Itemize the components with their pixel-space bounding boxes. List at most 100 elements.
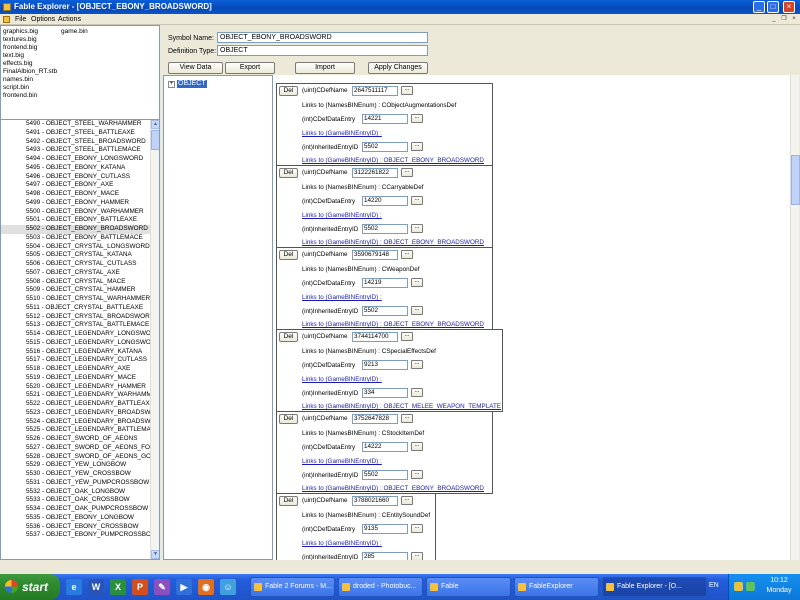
browse-button[interactable]: ...	[401, 250, 413, 259]
tree-row[interactable]: 5500 - OBJECT_EBONY_WARHAMMER	[1, 208, 151, 217]
paint-icon[interactable]: ✎	[154, 579, 170, 595]
inherited-entry-field[interactable]: 5502	[362, 142, 408, 152]
tree-row[interactable]: 5510 - OBJECT_CRYSTAL_WARHAMMER	[1, 295, 151, 304]
tree-row[interactable]: 5506 - OBJECT_CRYSTAL_CUTLASS	[1, 260, 151, 269]
cdefname-field[interactable]: 3744114700	[352, 332, 398, 342]
minimize-button[interactable]: _	[753, 1, 765, 13]
delete-button[interactable]: Del	[279, 496, 298, 506]
excel-icon[interactable]: X	[110, 579, 126, 595]
gamebin-link-empty[interactable]: Links to (GameBINEntryID) :	[302, 540, 382, 547]
browse-button[interactable]: ...	[411, 142, 423, 151]
inherited-entry-field[interactable]: 5502	[362, 224, 408, 234]
tree-row[interactable]: 5533 - OBJECT_OAK_CROSSBOW	[1, 496, 151, 505]
tree-row[interactable]: 5525 - OBJECT_LEGENDARY_BATTLEMAC	[1, 426, 151, 435]
start-button[interactable]: start	[0, 574, 60, 600]
gamebin-link[interactable]: Links to (GameBINEntryID) : OBJECT_EBONY…	[302, 321, 484, 328]
tree-row[interactable]: 5502 - OBJECT_EBONY_BROADSWORD	[1, 225, 151, 234]
browse-button[interactable]: ...	[411, 224, 423, 233]
cdefname-field[interactable]: 2647511117	[352, 86, 398, 96]
tree-row[interactable]: 5504 - OBJECT_CRYSTAL_LONGSWORD	[1, 243, 151, 252]
menu-options[interactable]: Options	[31, 16, 55, 23]
browse-button[interactable]: ...	[401, 414, 413, 423]
file-list-item[interactable]: script.bin	[3, 84, 57, 92]
tree-row[interactable]: 5535 - OBJECT_EBONY_LONGBOW	[1, 514, 151, 523]
tree-row[interactable]: 5517 - OBJECT_LEGENDARY_CUTLASS	[1, 356, 151, 365]
cdefdataentry-field[interactable]: 9135	[362, 524, 408, 534]
scroll-thumb[interactable]	[151, 130, 159, 150]
tree-row[interactable]: 5513 - OBJECT_CRYSTAL_BATTLEMACE	[1, 321, 151, 330]
tree-row[interactable]: 5524 - OBJECT_LEGENDARY_BROADSWC	[1, 418, 151, 427]
tree-row[interactable]: 5534 - OBJECT_OAK_PUMPCROSSBOW	[1, 505, 151, 514]
file-list[interactable]: graphics.big textures.big frontend.big text…	[0, 25, 160, 120]
tree-row[interactable]: 5521 - OBJECT_LEGENDARY_WARHAMMEI	[1, 391, 151, 400]
tree-row[interactable]: 5496 - OBJECT_EBONY_CUTLASS	[1, 173, 151, 182]
tree-row[interactable]: 5508 - OBJECT_CRYSTAL_MACE	[1, 278, 151, 287]
file-list-item[interactable]: names.bin	[3, 76, 57, 84]
tree-row[interactable]: 5493 - OBJECT_STEEL_BATTLEMACE	[1, 146, 151, 155]
menu-actions[interactable]: Actions	[58, 16, 81, 23]
tree-row[interactable]: 5529 - OBJECT_YEW_LONGBOW	[1, 461, 151, 470]
tree-row[interactable]: 5499 - OBJECT_EBONY_HAMMER	[1, 199, 151, 208]
volume-icon[interactable]	[734, 582, 743, 591]
tree-row[interactable]: 5522 - OBJECT_LEGENDARY_BATTLEAXE	[1, 400, 151, 409]
file-list-item[interactable]: graphics.big	[3, 28, 57, 36]
delete-button[interactable]: Del	[279, 86, 298, 96]
browse-button[interactable]: ...	[411, 306, 423, 315]
cdefname-field[interactable]: 3590679148	[352, 250, 398, 260]
delete-button[interactable]: Del	[279, 414, 298, 424]
mdi-close-icon[interactable]: ×	[790, 16, 798, 23]
tree-row[interactable]: 5490 - OBJECT_STEEL_WARHAMMER	[1, 120, 151, 129]
tree-row[interactable]: 5519 - OBJECT_LEGENDARY_MACE	[1, 374, 151, 383]
close-button[interactable]: ×	[783, 1, 795, 13]
tree-row[interactable]: 5531 - OBJECT_YEW_PUMPCROSSBOW	[1, 479, 151, 488]
browse-button[interactable]: ...	[411, 278, 423, 287]
tree-row[interactable]: 5516 - OBJECT_LEGENDARY_KATANA	[1, 348, 151, 357]
taskbar-button[interactable]: Fable Explorer - [O...	[602, 577, 707, 597]
cdefname-field[interactable]: 3122261822	[352, 168, 398, 178]
tree-scrollbar[interactable]: ▲ ▼	[150, 120, 159, 559]
gamebin-link-empty[interactable]: Links to (GameBINEntryID) :	[302, 294, 382, 301]
tree-row[interactable]: 5527 - OBJECT_SWORD_OF_AEONS_FOR	[1, 444, 151, 453]
detail-scroll-thumb[interactable]	[791, 155, 800, 205]
cdefdataentry-field[interactable]: 14219	[362, 278, 408, 288]
tree-row[interactable]: 5505 - OBJECT_CRYSTAL_KATANA	[1, 251, 151, 260]
tree-row[interactable]: 5503 - OBJECT_EBONY_BATTLEMACE	[1, 234, 151, 243]
delete-button[interactable]: Del	[279, 250, 298, 260]
tree-row[interactable]: 5495 - OBJECT_EBONY_KATANA	[1, 164, 151, 173]
taskbar-button[interactable]: droded - Photobuc...	[338, 577, 423, 597]
tree-row[interactable]: 5512 - OBJECT_CRYSTAL_BROADSWORD	[1, 313, 151, 322]
view-data-button[interactable]: View Data	[168, 62, 223, 74]
tree-node-object[interactable]: OBJECT	[177, 80, 207, 88]
taskbar-button[interactable]: Fable 2 Forums - M...	[250, 577, 335, 597]
tree-row[interactable]: 5494 - OBJECT_EBONY_LONGSWORD	[1, 155, 151, 164]
gamebin-link-empty[interactable]: Links to (GameBINEntryID) :	[302, 130, 382, 137]
browse-button[interactable]: ...	[411, 552, 423, 560]
scroll-up-icon[interactable]: ▲	[151, 120, 159, 129]
tree-row[interactable]: 5530 - OBJECT_YEW_CROSSBOW	[1, 470, 151, 479]
delete-button[interactable]: Del	[279, 332, 298, 342]
cdefdataentry-field[interactable]: 14220	[362, 196, 408, 206]
browse-button[interactable]: ...	[401, 332, 413, 341]
file-list-item[interactable]: text.big	[3, 52, 57, 60]
tree-row[interactable]: 5526 - OBJECT_SWORD_OF_AEONS	[1, 435, 151, 444]
file-list-item[interactable]: effects.big	[3, 60, 57, 68]
export-button[interactable]: Export	[225, 62, 275, 74]
taskbar-button[interactable]: FableExplorer	[514, 577, 599, 597]
powerpoint-icon[interactable]: P	[132, 579, 148, 595]
tree-row[interactable]: 5515 - OBJECT_LEGENDARY_LONGSWOF	[1, 339, 151, 348]
gamebin-link[interactable]: Links to (GameBINEntryID) : OBJECT_EBONY…	[302, 157, 484, 164]
title-bar[interactable]: Fable Explorer - [OBJECT_EBONY_BROADSWOR…	[0, 0, 800, 14]
tree-row[interactable]: 5498 - OBJECT_EBONY_MACE	[1, 190, 151, 199]
tree-row[interactable]: 5528 - OBJECT_SWORD_OF_AEONS_GOO	[1, 453, 151, 462]
tree-row[interactable]: 5492 - OBJECT_STEEL_BROADSWORD	[1, 138, 151, 147]
tree-row[interactable]: 5511 - OBJECT_CRYSTAL_BATTLEAXE	[1, 304, 151, 313]
browse-button[interactable]: ...	[401, 86, 413, 95]
language-indicator[interactable]: EN	[709, 582, 719, 589]
cdefdataentry-field[interactable]: 14221	[362, 114, 408, 124]
tree-row[interactable]: 5514 - OBJECT_LEGENDARY_LONGSWOR	[1, 330, 151, 339]
gamebin-link-empty[interactable]: Links to (GameBINEntryID) :	[302, 376, 382, 383]
browse-button[interactable]: ...	[411, 470, 423, 479]
browse-button[interactable]: ...	[411, 388, 423, 397]
symbol-name-field[interactable]: OBJECT_EBONY_BROADSWORD	[217, 32, 428, 43]
tree-row[interactable]: 5509 - OBJECT_CRYSTAL_HAMMER	[1, 286, 151, 295]
